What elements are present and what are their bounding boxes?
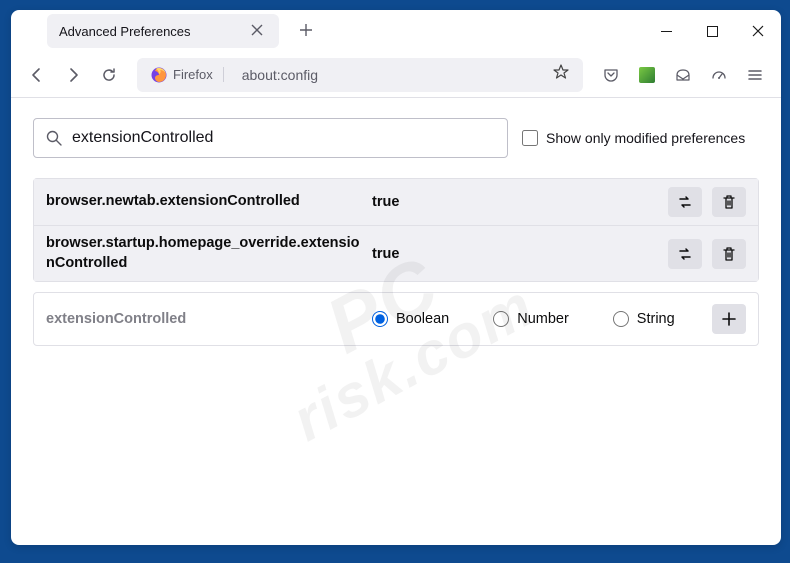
preference-list: browser.newtab.extensionControlled true … xyxy=(33,178,759,282)
type-radio-group: Boolean Number String xyxy=(366,311,712,327)
preference-value: true xyxy=(366,194,668,210)
url-bar[interactable]: Firefox xyxy=(137,58,583,92)
search-row: Show only modified preferences xyxy=(33,118,759,158)
page-content: PC risk.com Show only modified preferenc… xyxy=(11,98,781,545)
toggle-button[interactable] xyxy=(668,187,702,217)
radio-label: String xyxy=(637,311,675,327)
radio-string-input[interactable] xyxy=(613,311,629,327)
delete-button[interactable] xyxy=(712,239,746,269)
delete-button[interactable] xyxy=(712,187,746,217)
forward-button[interactable] xyxy=(57,59,89,91)
window-controls xyxy=(643,10,781,52)
new-preference-name: extensionControlled xyxy=(46,311,366,327)
pocket-icon[interactable] xyxy=(595,59,627,91)
back-button[interactable] xyxy=(21,59,53,91)
menu-button[interactable] xyxy=(739,59,771,91)
preference-actions xyxy=(668,187,746,217)
preference-row: browser.newtab.extensionControlled true xyxy=(34,179,758,226)
preference-row: browser.startup.homepage_override.extens… xyxy=(34,226,758,281)
browser-window: Advanced Preferences xyxy=(11,10,781,545)
show-modified-checkbox[interactable] xyxy=(522,130,538,146)
tab-title: Advanced Preferences xyxy=(59,24,247,39)
radio-label: Number xyxy=(517,311,569,327)
search-input[interactable] xyxy=(62,129,495,147)
show-modified-row: Show only modified preferences xyxy=(522,130,745,146)
firefox-logo-icon xyxy=(151,67,167,83)
preference-name: browser.newtab.extensionControlled xyxy=(46,192,366,212)
new-tab-button[interactable] xyxy=(295,16,317,47)
search-box[interactable] xyxy=(33,118,508,158)
radio-label: Boolean xyxy=(396,311,449,327)
radio-number-input[interactable] xyxy=(493,311,509,327)
close-window-button[interactable] xyxy=(735,10,781,52)
search-icon xyxy=(46,130,62,146)
radio-boolean-input[interactable] xyxy=(372,311,388,327)
url-input[interactable] xyxy=(232,67,545,83)
show-modified-label[interactable]: Show only modified preferences xyxy=(546,130,745,146)
radio-boolean[interactable]: Boolean xyxy=(372,311,449,327)
preference-name: browser.startup.homepage_override.extens… xyxy=(46,234,366,273)
preference-actions xyxy=(668,239,746,269)
identity-label: Firefox xyxy=(173,67,224,82)
mail-icon[interactable] xyxy=(667,59,699,91)
bookmark-star-icon[interactable] xyxy=(545,64,577,85)
close-tab-icon[interactable] xyxy=(247,21,267,41)
toggle-button[interactable] xyxy=(668,239,702,269)
titlebar: Advanced Preferences xyxy=(11,10,781,52)
add-button[interactable] xyxy=(712,304,746,334)
radio-string[interactable]: String xyxy=(613,311,675,327)
extension-icon[interactable] xyxy=(631,59,663,91)
identity-box[interactable]: Firefox xyxy=(143,65,232,85)
dashboard-icon[interactable] xyxy=(703,59,735,91)
reload-button[interactable] xyxy=(93,59,125,91)
browser-tab[interactable]: Advanced Preferences xyxy=(47,14,279,48)
minimize-button[interactable] xyxy=(643,10,689,52)
new-preference-row: extensionControlled Boolean Number Strin… xyxy=(33,292,759,346)
maximize-button[interactable] xyxy=(689,10,735,52)
nav-toolbar: Firefox xyxy=(11,52,781,98)
radio-number[interactable]: Number xyxy=(493,311,569,327)
preference-value: true xyxy=(366,246,668,262)
